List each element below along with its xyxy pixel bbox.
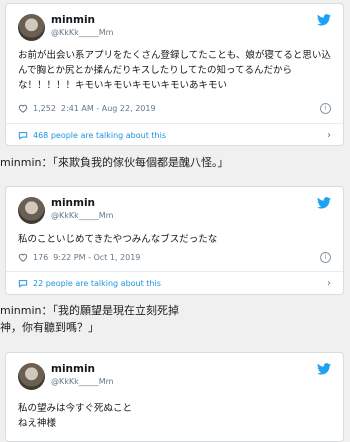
speech-bubble-icon	[18, 279, 28, 288]
like-count[interactable]: 176	[33, 253, 48, 262]
speech-bubble-icon	[18, 131, 28, 140]
user-handle[interactable]: @KkKk_____Mm	[51, 377, 113, 386]
tweet-text: 私の望みは今すぐ死ぬこと ねえ神様	[18, 403, 133, 429]
avatar[interactable]	[18, 197, 45, 224]
avatar[interactable]	[18, 14, 45, 41]
talking-count[interactable]: 22 people are talking about this	[33, 279, 161, 288]
conversation-link[interactable]: 468 people are talking about this ›	[6, 123, 343, 146]
conversation-link[interactable]: 22 people are talking about this ›	[6, 271, 343, 294]
avatar[interactable]	[18, 363, 45, 390]
twitter-bird-icon	[317, 14, 331, 26]
twitter-bird-icon	[317, 363, 331, 375]
tweet-meta: 176 9:22 PM - Oct 1, 2019	[18, 253, 140, 262]
user-handle[interactable]: @KkKk_____Mm	[51, 211, 113, 220]
like-count[interactable]: 1,252	[33, 104, 56, 113]
user-name[interactable]: minmin	[51, 363, 95, 375]
caption: minmin：「來欺負我的傢伙每個都是醜八怪。」	[0, 156, 229, 169]
user-name[interactable]: minmin	[51, 14, 95, 26]
info-icon[interactable]: i	[320, 252, 331, 263]
tweet-card[interactable]: minmin @KkKk_____Mm 私の望みは今すぐ死ぬこと ねえ神様	[5, 352, 344, 442]
heart-icon[interactable]	[18, 253, 28, 262]
tweet-text: お前が出会い系アプリをたくさん登録してたことも、娘が寝てると思い込んで胸とか尻と…	[18, 50, 331, 91]
caption: minmin：「我的願望是現在立刻死掉 神，你有聽到嗎？」	[0, 304, 179, 334]
tweet-card[interactable]: minmin @KkKk_____Mm 私のこといじめてきたやつみんなブスだった…	[5, 186, 344, 295]
chevron-right-icon[interactable]: ›	[327, 278, 331, 289]
chevron-right-icon[interactable]: ›	[327, 130, 331, 141]
user-name[interactable]: minmin	[51, 197, 95, 209]
heart-icon[interactable]	[18, 104, 28, 113]
tweet-card[interactable]: minmin @KkKk_____Mm お前が出会い系アプリをたくさん登録してた…	[5, 3, 344, 146]
twitter-bird-icon	[317, 197, 331, 209]
info-icon[interactable]: i	[320, 103, 331, 114]
user-handle[interactable]: @KkKk_____Mm	[51, 28, 113, 37]
timestamp[interactable]: 9:22 PM - Oct 1, 2019	[53, 253, 140, 262]
talking-count[interactable]: 468 people are talking about this	[33, 131, 166, 140]
timestamp[interactable]: 2:41 AM - Aug 22, 2019	[61, 104, 156, 113]
tweet-meta: 1,252 2:41 AM - Aug 22, 2019	[18, 104, 156, 113]
tweet-text: 私のこといじめてきたやつみんなブスだったな	[18, 234, 218, 245]
